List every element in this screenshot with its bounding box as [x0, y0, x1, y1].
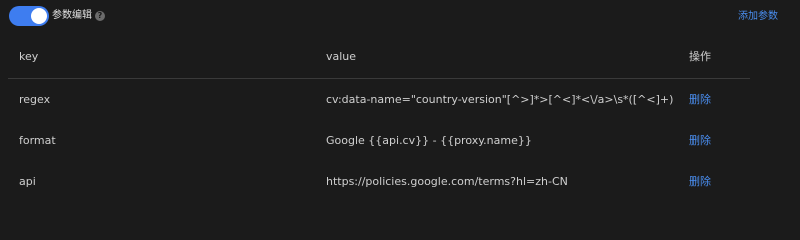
header-op: 操作 [689, 50, 711, 63]
param-edit-label: 参数编辑 [52, 10, 92, 21]
row-value: Google {{api.cv}} - {{proxy.name}} [326, 134, 532, 147]
toolbar: 参数编辑 ? 添加参数 [0, 0, 800, 34]
table-row: format Google {{api.cv}} - {{proxy.name}… [8, 120, 750, 161]
table-header: key value 操作 [8, 34, 750, 79]
row-value: cv:data-name="country-version"[^>]*>[^<]… [326, 93, 674, 106]
delete-button[interactable]: 删除 [689, 134, 711, 148]
table-row: api https://policies.google.com/terms?hl… [8, 161, 750, 202]
add-param-button[interactable]: 添加参数 [738, 10, 778, 24]
delete-button[interactable]: 删除 [689, 175, 711, 189]
table-row: regex cv:data-name="country-version"[^>]… [8, 79, 750, 120]
param-edit-toggle[interactable] [9, 6, 49, 26]
row-key: format [19, 134, 56, 147]
params-table: key value 操作 regex cv:data-name="country… [8, 34, 750, 202]
header-key: key [19, 50, 39, 63]
question-icon[interactable]: ? [95, 11, 105, 21]
header-value: value [326, 50, 357, 63]
row-key: regex [19, 93, 51, 106]
row-key: api [19, 175, 36, 188]
delete-button[interactable]: 删除 [689, 93, 711, 107]
toggle-knob [31, 8, 47, 24]
row-value: https://policies.google.com/terms?hl=zh-… [326, 175, 568, 188]
